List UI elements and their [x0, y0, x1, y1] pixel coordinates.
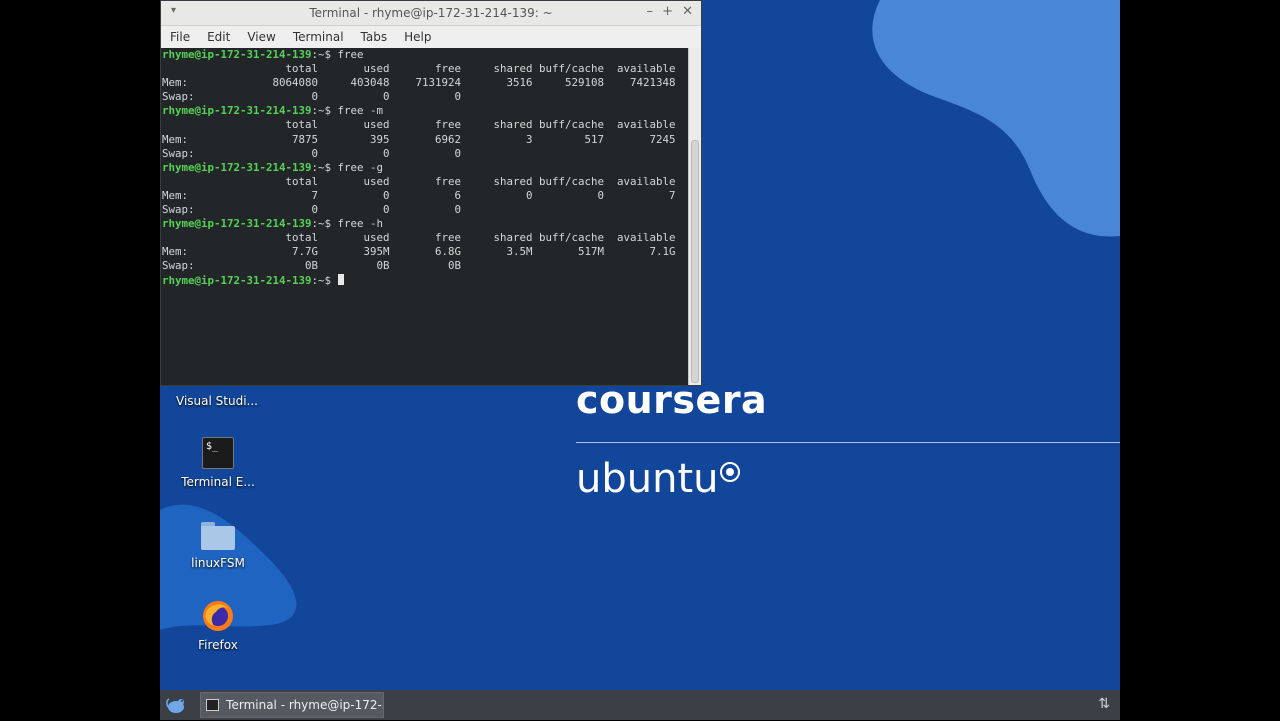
xfce-mouse-icon[interactable] [164, 693, 188, 717]
scrollbar-thumb[interactable] [691, 140, 699, 383]
terminal-small-icon [206, 699, 220, 711]
terminal-icon: $_ [202, 437, 234, 469]
network-arrows-icon[interactable]: ⇅ [1098, 696, 1110, 712]
close-icon[interactable]: ✕ [682, 4, 693, 19]
menu-view[interactable]: View [247, 30, 275, 44]
menu-terminal[interactable]: Terminal [293, 30, 344, 44]
desktop-icon-firefox[interactable]: Firefox [160, 600, 278, 652]
terminal-window: ▾ Terminal - rhyme@ip-172-31-214-139: ~ … [160, 0, 702, 386]
terminal-scrollbar[interactable] [688, 48, 701, 385]
prompt-text: rhyme@ip-172-31-214-139 [162, 273, 312, 287]
free-header-row: total used free shared buff/cache availa… [162, 231, 676, 245]
free-data-row: Mem: 8064080 403048 7131924 3516 529108 … [162, 76, 676, 90]
prompt-text: rhyme@ip-172-31-214-139 [162, 104, 312, 118]
desktop-icon-label: Terminal E... [181, 475, 255, 489]
desktop-icon-label: Visual Studi... [176, 394, 258, 408]
free-data-row: Swap: 0 0 0 [162, 146, 462, 160]
menu-tabs[interactable]: Tabs [361, 30, 388, 44]
free-data-row: Swap: 0B 0B 0B [162, 259, 462, 273]
window-title: Terminal - rhyme@ip-172-31-214-139: ~ [309, 6, 553, 20]
free-data-row: Mem: 7 0 6 0 0 7 [162, 188, 676, 202]
desktop-icon-linuxfsm[interactable]: linuxFSM [160, 520, 278, 570]
command-text: :~$ free -g [311, 160, 384, 174]
taskbar-window-label: Terminal - rhyme@ip-172-31... [226, 698, 383, 712]
command-text: :~$ free -h [311, 217, 384, 231]
free-header-row: total used free shared buff/cache availa… [162, 174, 676, 188]
free-header-row: total used free shared buff/cache availa… [162, 62, 676, 76]
prompt-text: rhyme@ip-172-31-214-139 [162, 48, 312, 61]
command-text: :~$ free -m [311, 104, 384, 118]
free-data-row: Swap: 0 0 0 [162, 90, 462, 104]
maximize-icon[interactable]: + [662, 4, 673, 19]
menu-edit[interactable]: Edit [207, 30, 230, 44]
desktop-icon-label: Firefox [198, 638, 238, 652]
desktop-icon-vscode[interactable]: Visual Studi... [160, 394, 277, 408]
free-header-row: total used free shared buff/cache availa… [162, 118, 676, 132]
prompt-text: rhyme@ip-172-31-214-139 [162, 160, 312, 174]
firefox-icon [202, 600, 234, 632]
prompt-text: rhyme@ip-172-31-214-139 [162, 217, 312, 231]
desktop-icon-terminal[interactable]: $_ Terminal E... [160, 437, 278, 489]
window-titlebar[interactable]: ▾ Terminal - rhyme@ip-172-31-214-139: ~ … [161, 1, 701, 26]
menu-help[interactable]: Help [404, 30, 431, 44]
decorative-blob-top-right [872, 0, 1120, 237]
minimize-icon[interactable]: – [647, 4, 654, 19]
free-data-row: Swap: 0 0 0 [162, 203, 462, 217]
taskbar-window-terminal[interactable]: Terminal - rhyme@ip-172-31... [200, 692, 384, 718]
ubuntu-logo: ubuntu [576, 456, 741, 502]
menu-file[interactable]: File [170, 30, 190, 44]
terminal-text: rhyme@ip-172-31-214-139:~$ free total us… [162, 48, 676, 287]
taskbar: Terminal - rhyme@ip-172-31... ⇅ [160, 690, 1120, 720]
desktop-icon-label: linuxFSM [191, 556, 245, 570]
terminal-output[interactable]: rhyme@ip-172-31-214-139:~$ free total us… [161, 48, 688, 385]
brand-divider [576, 442, 1120, 443]
folder-icon [201, 520, 235, 550]
terminal-cursor [337, 273, 344, 285]
menu-bar: File Edit View Terminal Tabs Help [161, 26, 701, 49]
command-text: :~$ free [311, 48, 364, 61]
free-data-row: Mem: 7875 395 6962 3 517 7245 [162, 132, 676, 146]
ubuntu-circle-icon [720, 462, 741, 482]
free-data-row: Mem: 7.7G 395M 6.8G 3.5M 517M 7.1G [162, 245, 676, 259]
